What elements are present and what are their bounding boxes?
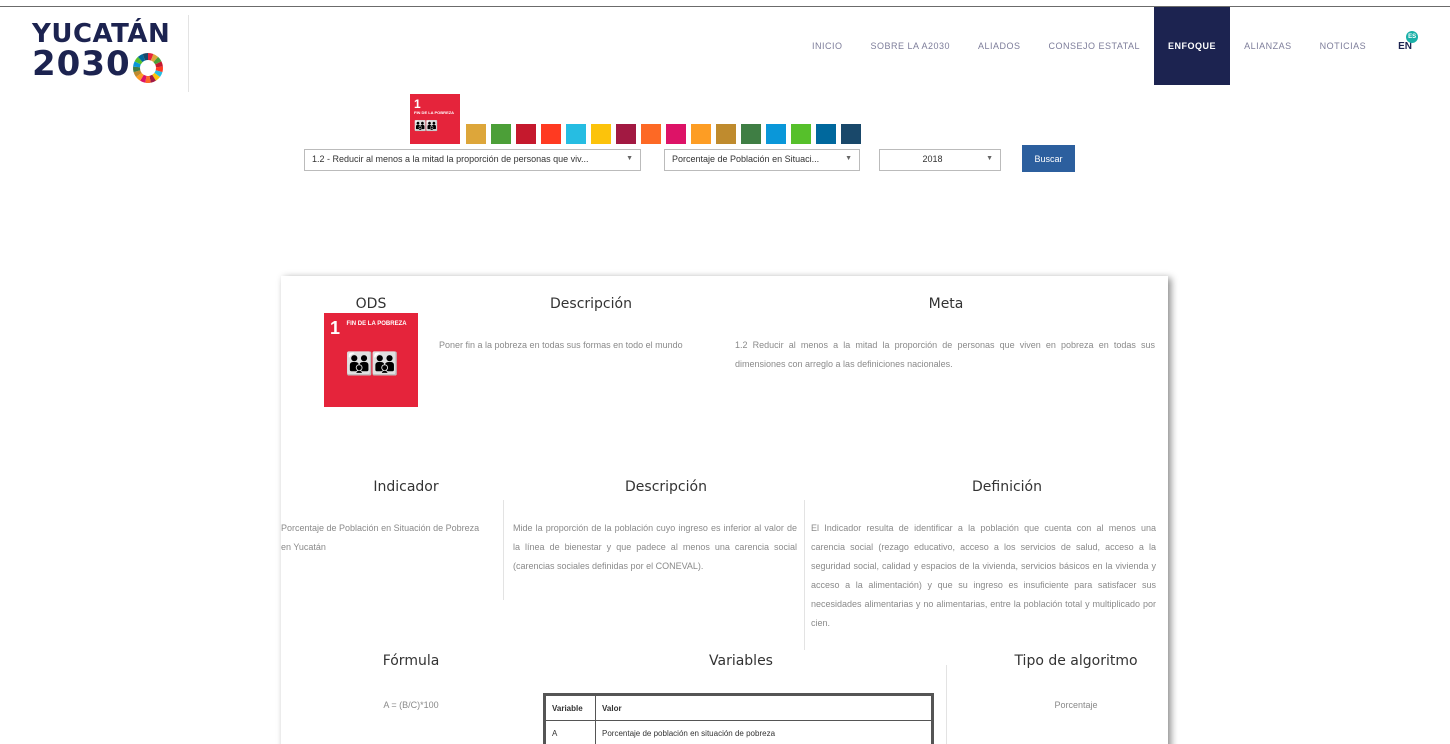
year-select-value: 2018 (922, 154, 943, 164)
sdg-selected-number: 1 (414, 97, 421, 111)
formula-text: A = (B/C)*100 (383, 700, 439, 710)
sdg-goal-9-tile[interactable] (641, 124, 661, 144)
sdg-goal-13-tile[interactable] (741, 124, 761, 144)
language-switch[interactable]: EN ES (1398, 30, 1419, 52)
sdg-goal-1-selected[interactable]: 1 FIN DE LA POBREZA 👪👪 (410, 94, 460, 144)
indicador-select[interactable]: Porcentaje de Población en Situaci... ▼ (664, 149, 860, 171)
descripcion2-text: Mide la proporción de la población cuyo … (513, 523, 797, 571)
sdg-goal-4-tile[interactable] (516, 124, 536, 144)
column-divider (946, 665, 947, 744)
table-cell-variable: A (545, 720, 596, 744)
chevron-down-icon: ▼ (845, 155, 852, 162)
definicion-heading: Definición (972, 479, 1042, 495)
year-select[interactable]: 2018 ▼ (879, 149, 1001, 171)
sdg-goal-14-tile[interactable] (766, 124, 786, 144)
ods-tile-number: 1 (330, 318, 341, 338)
sdg-goal-2-tile[interactable] (466, 124, 486, 144)
sdg-goal-5-tile[interactable] (541, 124, 561, 144)
ods-tile-title: FIN DE LA POBREZA (346, 321, 407, 327)
sdg-goal-16-tile[interactable] (816, 124, 836, 144)
sdg-goal-11-tile[interactable] (691, 124, 711, 144)
chevron-down-icon: ▼ (986, 155, 993, 162)
nav-consejo-estatal[interactable]: CONSEJO ESTATAL (1035, 7, 1155, 85)
nav-alianzas[interactable]: ALIANZAS (1230, 7, 1306, 85)
sdg-goal-12-tile[interactable] (716, 124, 736, 144)
family-icon: 👪👪 (345, 351, 399, 376)
sdg-goal-15-tile[interactable] (791, 124, 811, 144)
indicator-card: ODS 1 FIN DE LA POBREZA 👪👪 Descripción P… (281, 276, 1168, 744)
logo-divider (188, 15, 189, 92)
column-divider (804, 500, 805, 650)
sdg-goal-6-tile[interactable] (566, 124, 586, 144)
sdg-goal-8-tile[interactable] (616, 124, 636, 144)
algoritmo-text: Porcentaje (1054, 700, 1098, 710)
column-divider (503, 500, 504, 600)
language-badge: ES (1406, 30, 1419, 43)
table-cell-valor: Porcentaje de población en situación de … (595, 720, 932, 744)
sdg-wheel-icon (133, 53, 163, 83)
sdg-goal-selector: 1 FIN DE LA POBREZA 👪👪 (410, 94, 866, 144)
table-row: A Porcentaje de población en situación d… (545, 720, 932, 744)
sdg-goal-7-tile[interactable] (591, 124, 611, 144)
nav-inicio[interactable]: INICIO (798, 7, 857, 85)
sdg-goal-17-tile[interactable] (841, 124, 861, 144)
descripcion2-heading: Descripción (625, 479, 707, 495)
family-icon: 👪👪 (414, 121, 438, 132)
variables-table: Variable Valor A Porcentaje de población… (545, 695, 932, 744)
variables-heading: Variables (709, 653, 773, 669)
indicador-heading: Indicador (373, 479, 439, 495)
main-nav: INICIO SOBRE LA A2030 ALIADOS CONSEJO ES… (798, 7, 1419, 85)
nav-enfoque[interactable]: ENFOQUE (1154, 7, 1231, 85)
nav-noticias[interactable]: NOTICIAS (1306, 7, 1381, 85)
descripcion-heading: Descripción (550, 296, 632, 312)
meta-text: 1.2 Reducir al menos a la mitad la propo… (735, 340, 1155, 369)
nav-sobre[interactable]: SOBRE LA A2030 (856, 7, 964, 85)
search-button[interactable]: Buscar (1022, 145, 1075, 172)
ods-heading: ODS (355, 296, 387, 312)
nav-aliados[interactable]: ALIADOS (964, 7, 1035, 85)
indicador-select-value: Porcentaje de Población en Situaci... (672, 154, 820, 164)
sdg-selected-title: FIN DE LA POBREZA (414, 110, 455, 115)
sdg-1-tile: 1 FIN DE LA POBREZA 👪👪 (324, 313, 418, 407)
table-header-variable: Variable (545, 695, 596, 721)
table-header-valor: Valor (595, 695, 932, 721)
chevron-down-icon: ▼ (626, 155, 633, 162)
table-header-row: Variable Valor (545, 695, 932, 721)
meta-heading: Meta (928, 296, 964, 312)
algoritmo-heading: Tipo de algoritmo (1014, 653, 1138, 669)
sdg-goal-3-tile[interactable] (491, 124, 511, 144)
formula-heading: Fórmula (382, 653, 440, 669)
descripcion-text: Poner fin a la pobreza en todas sus form… (439, 340, 683, 350)
meta-select-value: 1.2 - Reducir al menos a la mitad la pro… (312, 154, 589, 164)
sdg-goal-10-tile[interactable] (666, 124, 686, 144)
definicion-text: El Indicador resulta de identificar a la… (811, 523, 1156, 628)
meta-select[interactable]: 1.2 - Reducir al menos a la mitad la pro… (304, 149, 641, 171)
indicador-text: Porcentaje de Población en Situación de … (281, 523, 480, 552)
